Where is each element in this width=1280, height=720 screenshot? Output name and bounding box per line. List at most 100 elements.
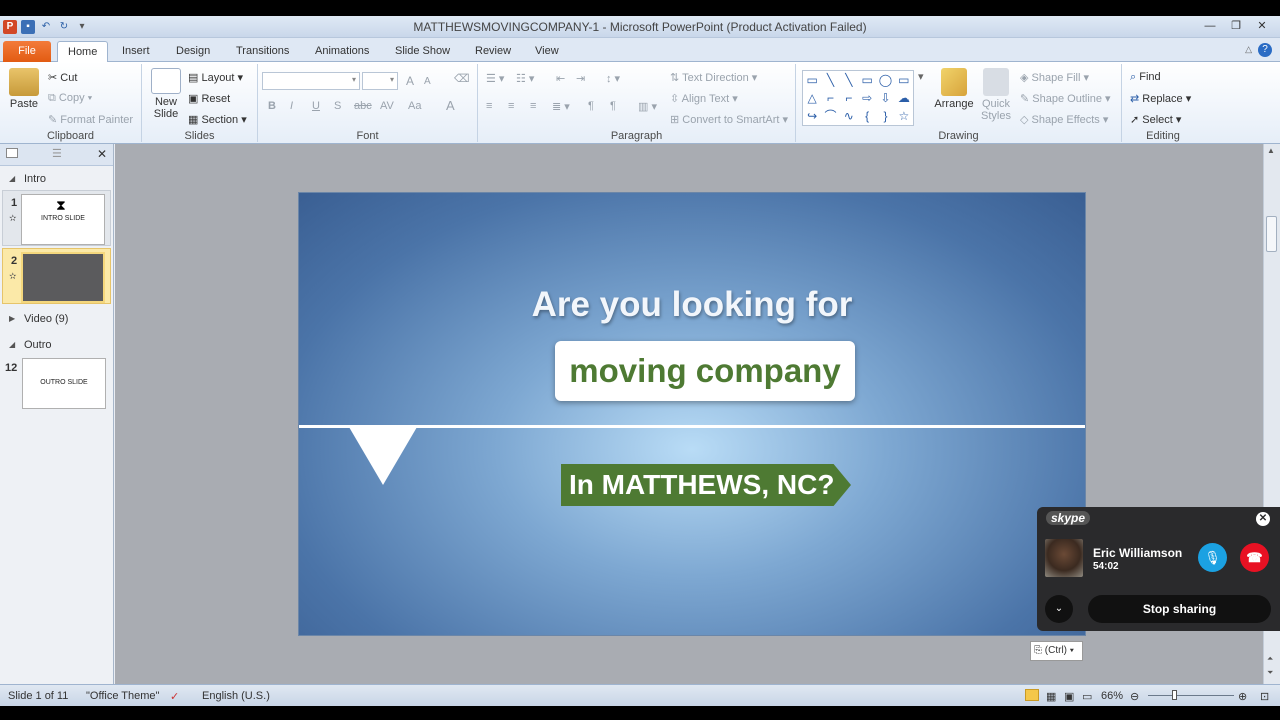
slide-thumb-12[interactable]: 12 OUTRO SLIDE bbox=[0, 356, 113, 412]
tab-insert[interactable]: Insert bbox=[112, 41, 160, 62]
align-left-icon[interactable]: ≡ bbox=[486, 100, 492, 112]
zoom-slider-thumb[interactable] bbox=[1172, 690, 1177, 700]
stop-sharing-button[interactable]: Stop sharing bbox=[1088, 595, 1271, 623]
language-label[interactable]: English (U.S.) bbox=[202, 690, 270, 702]
change-case-button[interactable]: Aa bbox=[408, 100, 421, 112]
quick-styles-button[interactable]: Quick Styles bbox=[976, 68, 1016, 122]
slide-thumb-1[interactable]: 1 ✫ INTRO SLIDE ⧗ bbox=[2, 190, 111, 246]
outline-tab-icon[interactable]: ☰ bbox=[52, 147, 62, 160]
collapse-ribbon-icon[interactable]: △ bbox=[1245, 44, 1252, 55]
zoom-in-icon[interactable]: ⊕ bbox=[1238, 690, 1247, 703]
font-family-select[interactable]: ▾ bbox=[262, 72, 360, 90]
columns-icon[interactable]: ▥ ▾ bbox=[638, 100, 657, 113]
section-button[interactable]: ▦ Section ▾ bbox=[188, 113, 247, 126]
arrange-icon bbox=[941, 68, 967, 96]
tab-file[interactable]: File bbox=[3, 41, 51, 62]
tab-transitions[interactable]: Transitions bbox=[226, 41, 299, 62]
shape-outline-button[interactable]: ✎ Shape Outline ▾ bbox=[1020, 92, 1111, 105]
tab-animations[interactable]: Animations bbox=[305, 41, 379, 62]
align-center-icon[interactable]: ≡ bbox=[508, 100, 514, 112]
paste-options-button[interactable]: ⎘ (Ctrl) ▾ bbox=[1030, 641, 1083, 661]
increase-indent-icon[interactable]: ⇥ bbox=[576, 72, 585, 85]
underline-button[interactable]: U bbox=[312, 100, 320, 112]
section-video[interactable]: ▶ Video (9) bbox=[0, 306, 113, 330]
shapes-gallery[interactable]: ▭ ╲ ╲ ▭ ◯ ▭ △ ⌐ ⌐ ⇨ ⇩ ☁ ↪ ⌒ ∿{} ☆ bbox=[802, 70, 914, 126]
scrollbar-thumb[interactable] bbox=[1266, 216, 1277, 252]
italic-button[interactable]: I bbox=[290, 100, 293, 112]
decrease-indent-icon[interactable]: ⇤ bbox=[556, 72, 565, 85]
section-icon: ▦ bbox=[188, 114, 202, 126]
font-color-button[interactable]: A bbox=[446, 98, 455, 113]
cut-button[interactable]: ✂ Cut bbox=[48, 71, 77, 84]
copy-button[interactable]: ⧉ Copy ▾ bbox=[48, 92, 92, 105]
hang-up-icon[interactable]: ☎ bbox=[1240, 543, 1269, 572]
shapes-more-icon[interactable]: ▾ bbox=[918, 70, 924, 83]
caller-name: Eric Williamson bbox=[1093, 546, 1183, 560]
location-banner[interactable]: In MATTHEWS, NC? bbox=[561, 464, 851, 506]
line-spacing-icon[interactable]: ↕ ▾ bbox=[606, 72, 620, 85]
slideshow-view-icon[interactable]: ▭ bbox=[1082, 690, 1092, 703]
shrink-font-button[interactable]: A bbox=[424, 76, 431, 87]
select-button[interactable]: ➚ Select ▾ bbox=[1130, 113, 1181, 126]
clear-formatting-icon[interactable]: ⌫ bbox=[454, 72, 470, 85]
zoom-level[interactable]: 66% bbox=[1101, 690, 1123, 702]
align-text-button[interactable]: ⇳ Align Text ▾ bbox=[670, 92, 738, 105]
slides-tab-icon[interactable] bbox=[6, 148, 18, 158]
spellcheck-icon[interactable]: ✓ bbox=[170, 690, 179, 703]
strikethrough-button[interactable]: abc bbox=[354, 100, 372, 112]
shape-fill-button[interactable]: ◈ Shape Fill ▾ bbox=[1020, 71, 1089, 84]
align-right-icon[interactable]: ≡ bbox=[530, 100, 536, 112]
microphone-icon[interactable]: 🎙 bbox=[1198, 543, 1227, 572]
minimize-icon[interactable]: — bbox=[1198, 18, 1222, 34]
tab-design[interactable]: Design bbox=[166, 41, 220, 62]
fit-to-window-icon[interactable]: ⊡ bbox=[1260, 690, 1269, 703]
shadow-button[interactable]: S bbox=[334, 100, 341, 112]
replace-button[interactable]: ⇄ Replace ▾ bbox=[1130, 92, 1191, 105]
numbering-icon[interactable]: ☷ ▾ bbox=[516, 72, 534, 85]
close-icon[interactable]: ✕ bbox=[1256, 512, 1270, 526]
tab-view[interactable]: View bbox=[525, 41, 569, 62]
rtl-icon[interactable]: ¶ bbox=[588, 100, 594, 112]
close-panel-icon[interactable]: ✕ bbox=[97, 147, 107, 161]
format-painter-button[interactable]: ✎ Format Painter bbox=[48, 113, 133, 126]
zoom-out-icon[interactable]: ⊖ bbox=[1130, 690, 1139, 703]
bold-button[interactable]: B bbox=[268, 100, 276, 112]
ribbon: Paste ✂ Cut ⧉ Copy ▾ ✎ Format Painter Cl… bbox=[0, 62, 1280, 144]
next-slide-icon[interactable]: ⏷ bbox=[1267, 668, 1273, 678]
moving-company-text[interactable]: moving company bbox=[555, 341, 855, 401]
paste-button[interactable]: Paste bbox=[6, 68, 42, 110]
shape-effects-button[interactable]: ◇ Shape Effects ▾ bbox=[1020, 113, 1108, 126]
chevron-down-icon[interactable]: ⌄ bbox=[1045, 595, 1073, 623]
maximize-icon[interactable]: ❐ bbox=[1224, 18, 1248, 34]
section-intro[interactable]: ◢ Intro bbox=[0, 166, 113, 190]
normal-view-icon[interactable] bbox=[1025, 689, 1039, 701]
convert-smartart-button[interactable]: ⊞ Convert to SmartArt ▾ bbox=[670, 113, 788, 126]
layout-button[interactable]: ▤ Layout ▾ bbox=[188, 71, 243, 84]
bullets-icon[interactable]: ☰ ▾ bbox=[486, 72, 504, 85]
slide-sorter-icon[interactable]: ▦ bbox=[1046, 690, 1056, 703]
reading-view-icon[interactable]: ▣ bbox=[1064, 690, 1074, 703]
ltr-icon[interactable]: ¶ bbox=[610, 100, 616, 112]
character-spacing-button[interactable]: AV bbox=[380, 100, 394, 112]
justify-icon[interactable]: ≣ ▾ bbox=[552, 100, 570, 113]
arrange-button[interactable]: Arrange bbox=[932, 68, 976, 110]
tab-home[interactable]: Home bbox=[57, 41, 109, 62]
section-outro[interactable]: ◢ Outro bbox=[0, 332, 113, 356]
grow-font-button[interactable]: A bbox=[406, 74, 414, 88]
slide-number: 2 bbox=[11, 255, 18, 267]
help-icon[interactable]: ? bbox=[1258, 43, 1272, 57]
font-size-select[interactable]: ▾ bbox=[362, 72, 398, 90]
scroll-up-icon[interactable]: ▲ bbox=[1267, 146, 1275, 155]
slide-canvas[interactable]: Are you looking for moving company In MA… bbox=[298, 192, 1086, 636]
close-icon[interactable]: ✕ bbox=[1250, 18, 1274, 34]
zoom-slider[interactable] bbox=[1148, 695, 1234, 696]
tab-review[interactable]: Review bbox=[465, 41, 521, 62]
tab-slide-show[interactable]: Slide Show bbox=[385, 41, 460, 62]
previous-slide-icon[interactable]: ⏶ bbox=[1267, 654, 1273, 664]
new-slide-button[interactable]: New Slide bbox=[148, 68, 184, 120]
headline-text[interactable]: Are you looking for bbox=[299, 285, 1085, 325]
reset-button[interactable]: ▣ Reset bbox=[188, 92, 230, 105]
find-button[interactable]: ⌕ Find bbox=[1130, 71, 1161, 84]
text-direction-button[interactable]: ⇅ Text Direction ▾ bbox=[670, 71, 757, 84]
slide-thumb-2[interactable]: 2 ✫ bbox=[2, 248, 111, 304]
